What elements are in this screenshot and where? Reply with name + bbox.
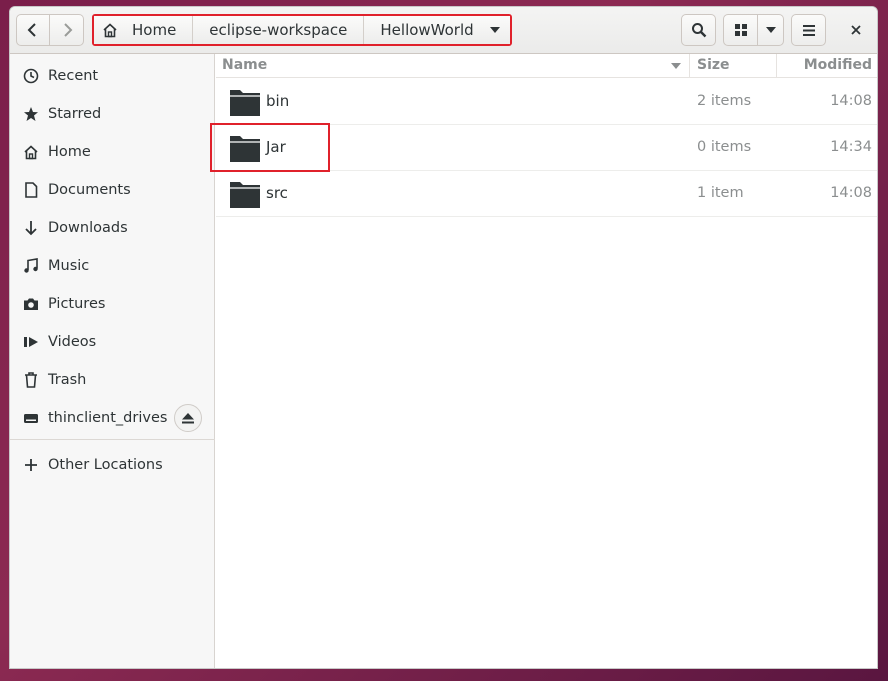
breadcrumb: Home eclipse-workspace HellowWorld — [92, 14, 512, 46]
sidebar-item-label: Starred — [48, 106, 102, 122]
music-icon — [22, 257, 40, 275]
file-modified: 14:08 — [830, 185, 872, 201]
chevron-right-icon — [63, 23, 72, 37]
headerbar: Home eclipse-workspace HellowWorld — [10, 7, 877, 54]
forward-button[interactable] — [50, 14, 84, 46]
column-header: Name Size Modified — [216, 54, 877, 78]
eject-button[interactable] — [174, 404, 202, 432]
column-size-header[interactable]: Size — [697, 57, 730, 73]
file-name: bin — [266, 92, 290, 110]
sidebar-item-label: Music — [48, 258, 90, 274]
sidebar-item-other-locations[interactable]: Other Locations — [10, 447, 215, 483]
drive-icon — [22, 409, 40, 427]
sidebar-item-thinclient-drives[interactable]: thinclient_drives — [10, 400, 215, 436]
search-icon — [691, 23, 706, 38]
breadcrumb-label: eclipse-workspace — [209, 21, 348, 39]
file-manager-window: Home eclipse-workspace HellowWorld Recen… — [9, 6, 878, 669]
close-icon — [851, 25, 861, 35]
back-button[interactable] — [16, 14, 50, 46]
sidebar-item-label: thinclient_drives — [48, 410, 168, 426]
sidebar-item-downloads[interactable]: Downloads — [10, 210, 215, 246]
column-separator — [776, 54, 777, 78]
sidebar-item-label: Downloads — [48, 220, 128, 236]
sidebar-item-trash[interactable]: Trash — [10, 362, 215, 398]
sidebar-item-label: Videos — [48, 334, 97, 350]
camera-icon — [22, 295, 40, 313]
sidebar: Recent Starred Home Documents Downloads … — [10, 54, 215, 668]
view-options-button[interactable] — [758, 14, 784, 46]
caret-down-icon[interactable] — [489, 27, 500, 33]
view-toggle-button[interactable] — [723, 14, 758, 46]
sidebar-item-starred[interactable]: Starred — [10, 96, 215, 132]
video-icon — [22, 333, 40, 351]
sidebar-item-music[interactable]: Music — [10, 248, 215, 284]
eject-icon — [182, 412, 194, 423]
document-icon — [22, 181, 40, 199]
file-row-src[interactable]: src 1 item 14:08 — [216, 171, 877, 217]
menu-button[interactable] — [791, 14, 826, 46]
sidebar-item-label: Documents — [48, 182, 131, 198]
trash-icon — [22, 371, 40, 389]
sidebar-item-videos[interactable]: Videos — [10, 324, 215, 360]
file-size: 0 items — [697, 139, 752, 155]
star-icon — [22, 105, 40, 123]
plus-icon — [22, 456, 40, 474]
caret-down-icon[interactable] — [671, 63, 681, 69]
sidebar-item-label: Recent — [48, 68, 99, 84]
breadcrumb-eclipse-workspace[interactable]: eclipse-workspace — [193, 16, 365, 44]
folder-icon — [230, 182, 260, 208]
home-icon — [102, 22, 118, 38]
sidebar-item-pictures[interactable]: Pictures — [10, 286, 215, 322]
caret-down-icon — [765, 27, 776, 33]
home-icon — [22, 143, 40, 161]
sidebar-item-label: Pictures — [48, 296, 106, 312]
file-size: 2 items — [697, 93, 752, 109]
folder-icon — [230, 90, 260, 116]
file-modified: 14:08 — [830, 93, 872, 109]
sidebar-item-label: Trash — [48, 372, 87, 388]
annotation-highlight-box — [210, 123, 330, 172]
file-list: Name Size Modified bin 2 items 14:08 Jar… — [210, 54, 877, 668]
breadcrumb-label: Home — [132, 21, 177, 39]
file-size: 1 item — [697, 185, 744, 201]
clock-icon — [22, 67, 40, 85]
column-modified-header[interactable]: Modified — [804, 57, 872, 73]
breadcrumb-home[interactable]: Home — [94, 16, 194, 44]
download-icon — [22, 219, 40, 237]
breadcrumb-hellowworld[interactable]: HellowWorld — [364, 16, 510, 44]
sidebar-divider — [10, 439, 215, 440]
sidebar-item-recent[interactable]: Recent — [10, 58, 215, 94]
sidebar-item-label: Other Locations — [48, 457, 163, 473]
close-button[interactable] — [841, 14, 871, 46]
hamburger-icon — [802, 24, 815, 36]
file-name: src — [266, 184, 288, 202]
sidebar-item-home[interactable]: Home — [10, 134, 215, 170]
search-button[interactable] — [681, 14, 716, 46]
sidebar-item-documents[interactable]: Documents — [10, 172, 215, 208]
sidebar-item-label: Home — [48, 144, 91, 160]
column-name-header[interactable]: Name — [222, 57, 267, 73]
chevron-left-icon — [27, 23, 36, 37]
breadcrumb-label: HellowWorld — [380, 21, 474, 39]
column-separator — [689, 54, 690, 78]
grid-icon — [734, 24, 747, 36]
file-row-bin[interactable]: bin 2 items 14:08 — [216, 79, 877, 125]
file-modified: 14:34 — [830, 139, 872, 155]
